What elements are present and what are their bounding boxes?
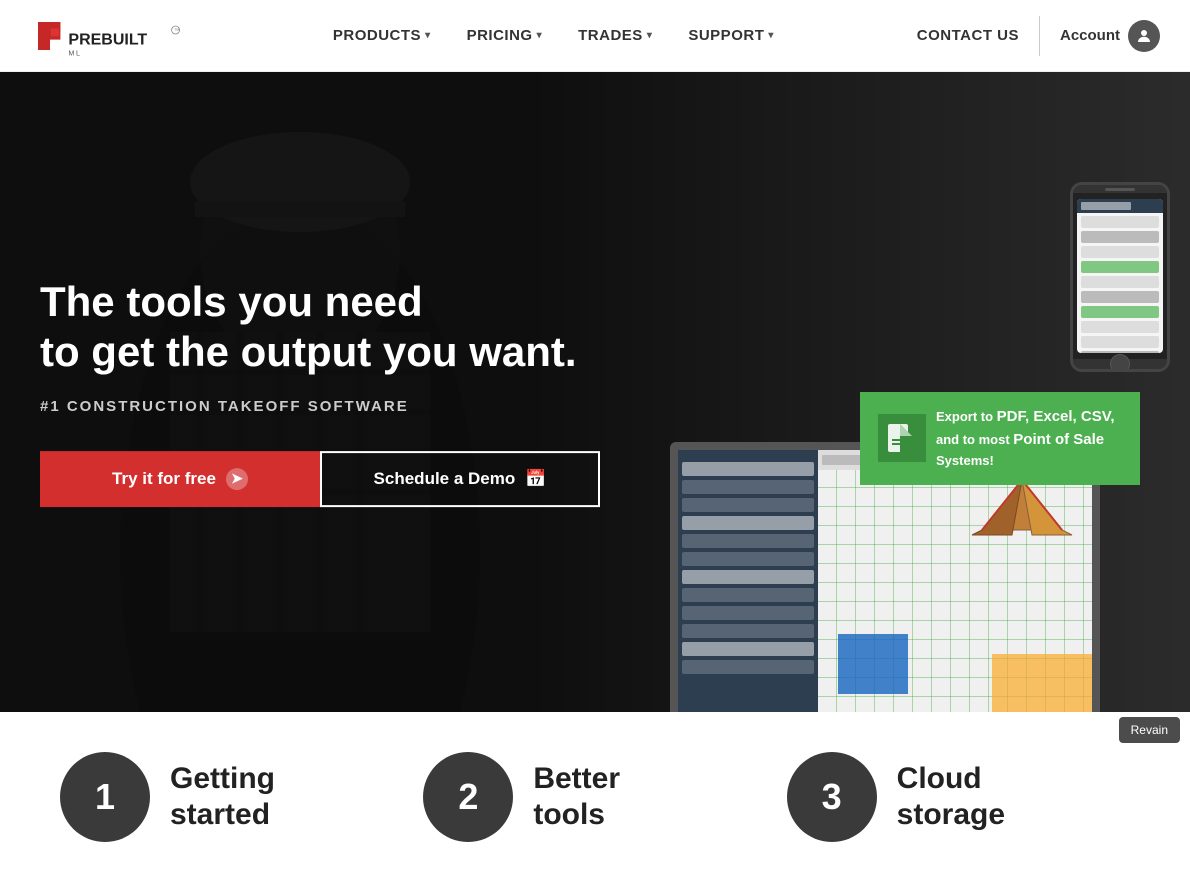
phone-row <box>1081 336 1159 348</box>
export-badge: Export to PDF, Excel, CSV, and to most P… <box>860 392 1140 485</box>
phone-top-bar <box>1073 185 1167 193</box>
nav-products-link[interactable]: PRODUCTS ▾ <box>333 27 431 44</box>
schedule-demo-button[interactable]: Schedule a Demo 📅 <box>320 451 600 507</box>
navigation: PREBUILT ML ™ PRODUCTS ▾ PRICING ▾ TRADE… <box>0 0 1190 72</box>
phone-row <box>1081 306 1159 318</box>
blueprint-blue-rect <box>838 634 908 694</box>
nav-trades[interactable]: TRADES ▾ <box>578 27 652 44</box>
bottom-section: 1 Getting started 2 Better tools 3 Cloud… <box>0 712 1190 882</box>
account-label: Account <box>1060 27 1120 44</box>
step-number-3: 3 <box>787 752 877 842</box>
nav-menu: PRODUCTS ▾ PRICING ▾ TRADES ▾ SUPPORT ▾ <box>333 27 774 44</box>
sidebar-item <box>682 588 814 602</box>
sidebar-item <box>682 534 814 548</box>
step-number-2: 2 <box>423 752 513 842</box>
chevron-down-icon: ▾ <box>647 30 653 41</box>
blueprint-yellow-area <box>992 654 1092 712</box>
hero-headline: The tools you need to get the output you… <box>40 277 600 378</box>
hero-section: The tools you need to get the output you… <box>0 72 1190 712</box>
phone-row <box>1081 231 1159 243</box>
export-badge-text: Export to PDF, Excel, CSV, and to most P… <box>936 406 1122 471</box>
hero-content: The tools you need to get the output you… <box>40 277 600 507</box>
hero-buttons: Try it for free ➤ Schedule a Demo 📅 <box>40 451 600 507</box>
chevron-down-icon: ▾ <box>425 30 431 41</box>
phone-bottom-bar <box>1073 359 1167 369</box>
nav-support[interactable]: SUPPORT ▾ <box>688 27 774 44</box>
sidebar-item <box>682 624 814 638</box>
chevron-down-icon: ▾ <box>537 30 543 41</box>
bottom-item-3: 3 Cloud storage <box>787 752 1130 842</box>
sidebar-item <box>682 642 814 656</box>
svg-text:ML: ML <box>68 48 81 57</box>
account-icon <box>1128 20 1160 52</box>
nav-divider <box>1039 16 1040 56</box>
chevron-down-icon: ▾ <box>768 30 774 41</box>
sidebar-item <box>682 462 814 476</box>
screen-sidebar <box>678 450 818 712</box>
nav-pricing-link[interactable]: PRICING ▾ <box>467 27 543 44</box>
contact-us-link[interactable]: CONTACT US <box>917 27 1019 44</box>
screen-main <box>818 450 1092 712</box>
step-number-1: 1 <box>60 752 150 842</box>
phone-screen-header <box>1077 199 1163 213</box>
phone-speaker <box>1105 188 1135 191</box>
step-label-2: Better tools <box>533 761 620 833</box>
nav-support-link[interactable]: SUPPORT ▾ <box>688 27 774 44</box>
phone-row <box>1081 216 1159 228</box>
phone-header-text <box>1081 202 1131 210</box>
sidebar-item <box>682 552 814 566</box>
toolbar-btn <box>822 455 862 465</box>
bottom-item-1: 1 Getting started <box>60 752 403 842</box>
export-icon <box>878 414 926 462</box>
svg-text:PREBUILT: PREBUILT <box>68 31 147 48</box>
phone-row <box>1081 261 1159 273</box>
phone-row <box>1081 246 1159 258</box>
nav-products[interactable]: PRODUCTS ▾ <box>333 27 431 44</box>
phone-row <box>1081 291 1159 303</box>
sidebar-item <box>682 660 814 674</box>
bottom-item-2: 2 Better tools <box>423 752 766 842</box>
nav-trades-link[interactable]: TRADES ▾ <box>578 27 652 44</box>
logo[interactable]: PREBUILT ML ™ <box>30 11 190 61</box>
revain-badge: Revain <box>1119 717 1180 743</box>
phone-screen <box>1077 199 1163 353</box>
phone-body <box>1070 182 1170 372</box>
svg-text:™: ™ <box>174 28 180 34</box>
arrow-right-icon: ➤ <box>226 468 248 490</box>
hero-subheadline: #1 CONSTRUCTION TAKEOFF SOFTWARE <box>40 398 600 415</box>
step-label-3: Cloud storage <box>897 761 1005 833</box>
try-free-button[interactable]: Try it for free ➤ <box>40 451 320 507</box>
nav-right: CONTACT US Account <box>917 16 1160 56</box>
phone-row <box>1081 351 1159 353</box>
phone-row <box>1081 321 1159 333</box>
phone-mockup <box>1070 182 1170 372</box>
account-button[interactable]: Account <box>1060 20 1160 52</box>
step-label-1: Getting started <box>170 761 275 833</box>
phone-row <box>1081 276 1159 288</box>
sidebar-item <box>682 516 814 530</box>
nav-pricing[interactable]: PRICING ▾ <box>467 27 543 44</box>
sidebar-item <box>682 480 814 494</box>
phone-home-button <box>1110 354 1130 372</box>
sidebar-item <box>682 606 814 620</box>
sidebar-item <box>682 498 814 512</box>
calendar-icon: 📅 <box>525 469 546 489</box>
sidebar-item <box>682 570 814 584</box>
